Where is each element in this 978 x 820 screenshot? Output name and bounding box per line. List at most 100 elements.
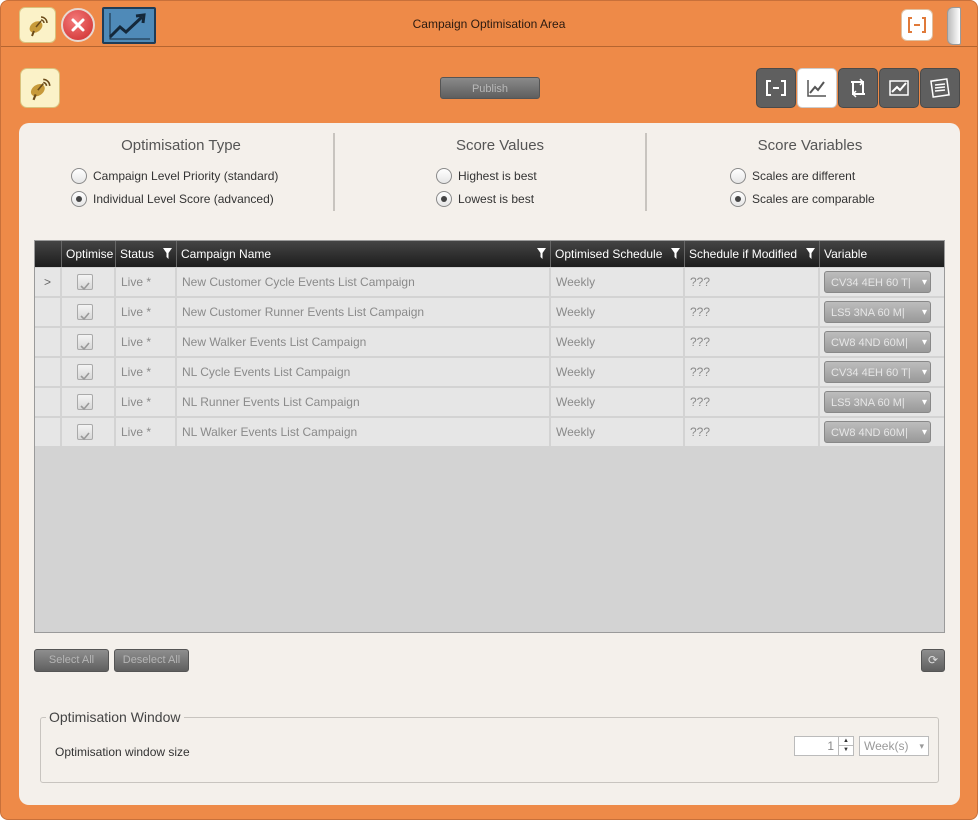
separator (333, 133, 335, 211)
campaign-name-cell: New Customer Cycle Events List Campaign (177, 268, 551, 297)
variable-dropdown[interactable]: LS5 3NA 60 M| (824, 391, 931, 413)
radio-button[interactable] (436, 167, 452, 184)
campaign-grid: Optimise Status Campaign Name Optimised … (34, 240, 945, 633)
campaign-name-cell: NL Cycle Events List Campaign (177, 358, 551, 387)
optimisation-window-legend: Optimisation Window (46, 709, 184, 725)
option-highest-is-best[interactable]: Highest is best (436, 164, 576, 187)
option-campaign-level-priority[interactable]: Campaign Level Priority (standard) (71, 164, 291, 187)
optimise-cell (62, 358, 116, 387)
main-panel: Optimisation Type Campaign Level Priorit… (19, 123, 960, 805)
score-variables-group: Score Variables Scales are different Sca… (730, 137, 910, 210)
expand-icon[interactable] (901, 9, 933, 41)
optimise-checkbox[interactable] (77, 364, 93, 381)
publish-button[interactable]: Publish (440, 77, 540, 99)
status-cell: Live * (116, 418, 177, 447)
optimisation-type-title: Optimisation Type (121, 137, 241, 154)
swap-view-icon[interactable] (838, 68, 878, 108)
option-label: Lowest is best (458, 191, 535, 206)
filter-icon[interactable] (537, 248, 546, 259)
window-size-stepper[interactable]: 1 ▲ ▼ (794, 736, 854, 756)
optimise-checkbox[interactable] (77, 274, 93, 291)
variable-dropdown[interactable]: CV34 4EH 60 T| (824, 271, 931, 293)
column-label: Status (120, 247, 155, 261)
variable-dropdown[interactable]: CV34 4EH 60 T| (824, 361, 931, 383)
optimise-checkbox[interactable] (77, 304, 93, 321)
status-cell: Live * (116, 298, 177, 327)
campaign-name-cell: NL Runner Events List Campaign (177, 388, 551, 417)
table-row[interactable]: Live * New Customer Runner Events List Ca… (35, 298, 944, 328)
radio-button[interactable] (436, 190, 452, 207)
table-row[interactable]: Live * New Walker Events List Campaign Wee… (35, 328, 944, 358)
variable-cell: CV34 4EH 60 T| (820, 268, 944, 297)
separator (645, 133, 647, 211)
satellite-dish-icon (20, 68, 60, 108)
report-list-icon[interactable] (920, 68, 960, 108)
schedule-if-modified-cell: ??? (685, 298, 820, 327)
column-header-optimise[interactable]: Optimise (62, 241, 116, 267)
area-chart-view-icon[interactable] (879, 68, 919, 108)
optimise-checkbox[interactable] (77, 424, 93, 441)
optimise-cell (62, 298, 116, 327)
variable-dropdown[interactable]: CW8 4ND 60M| (824, 421, 931, 443)
radio-button[interactable] (71, 167, 87, 184)
radio-button[interactable] (71, 190, 87, 207)
variable-dropdown[interactable]: LS5 3NA 60 M| (824, 301, 931, 323)
variable-dropdown[interactable]: CW8 4ND 60M| (824, 331, 931, 353)
optimised-schedule-cell: Weekly (551, 388, 685, 417)
campaign-name-cell: NL Walker Events List Campaign (177, 418, 551, 447)
table-row[interactable]: Live * NL Runner Events List Campaign Week… (35, 388, 944, 418)
row-indicator-header (35, 241, 62, 267)
optimise-checkbox[interactable] (77, 394, 93, 411)
row-indicator[interactable] (35, 358, 62, 387)
line-chart-view-icon[interactable] (797, 68, 837, 108)
row-indicator[interactable] (35, 328, 62, 357)
table-row[interactable]: Live * NL Walker Events List Campaign Week… (35, 418, 944, 448)
column-header-optimised-schedule[interactable]: Optimised Schedule (551, 241, 685, 267)
stepper-arrows[interactable]: ▲ ▼ (838, 737, 853, 755)
row-indicator[interactable]: > (35, 268, 62, 297)
filter-icon[interactable] (806, 248, 815, 259)
window-size-value[interactable]: 1 (827, 739, 834, 753)
side-panel-handle[interactable] (947, 7, 961, 45)
column-header-status[interactable]: Status (116, 241, 177, 267)
optimised-schedule-cell: Weekly (551, 358, 685, 387)
optimise-cell (62, 418, 116, 447)
row-indicator[interactable] (35, 418, 62, 447)
status-cell: Live * (116, 358, 177, 387)
refresh-button[interactable]: ⟳ (921, 649, 945, 672)
schedule-if-modified-cell: ??? (685, 358, 820, 387)
window-unit-select[interactable]: Week(s) (859, 736, 929, 756)
variable-cell: CW8 4ND 60M| (820, 418, 944, 447)
column-label: Optimised Schedule (555, 247, 663, 261)
refresh-icon: ⟳ (927, 653, 939, 667)
deselect-all-button[interactable]: Deselect All (114, 649, 189, 672)
table-row[interactable]: Live * NL Cycle Events List Campaign Weekl… (35, 358, 944, 388)
status-cell: Live * (116, 328, 177, 357)
schedule-if-modified-cell: ??? (685, 268, 820, 297)
row-indicator[interactable] (35, 388, 62, 417)
increment-icon[interactable]: ▲ (839, 737, 853, 746)
option-label: Scales are comparable (752, 191, 875, 206)
optimise-checkbox[interactable] (77, 334, 93, 351)
fit-view-icon[interactable] (756, 68, 796, 108)
column-header-schedule-if-modified[interactable]: Schedule if Modified (685, 241, 820, 267)
optimised-schedule-cell: Weekly (551, 328, 685, 357)
option-lowest-is-best[interactable]: Lowest is best (436, 187, 576, 210)
option-individual-level-score[interactable]: Individual Level Score (advanced) (71, 187, 291, 210)
status-cell: Live * (116, 268, 177, 297)
decrement-icon[interactable]: ▼ (839, 746, 853, 755)
filter-icon[interactable] (671, 248, 680, 259)
select-all-button[interactable]: Select All (34, 649, 109, 672)
filter-icon[interactable] (163, 248, 172, 259)
option-scales-different[interactable]: Scales are different (730, 164, 910, 187)
table-row[interactable]: > Live * New Customer Cycle Events List Ca… (35, 268, 944, 298)
app-window: Campaign Optimisation Area Publish Optim… (0, 0, 978, 820)
option-scales-comparable[interactable]: Scales are comparable (730, 187, 910, 210)
variable-cell: LS5 3NA 60 M| (820, 298, 944, 327)
radio-button[interactable] (730, 190, 746, 207)
column-header-campaign-name[interactable]: Campaign Name (177, 241, 551, 267)
column-header-variable[interactable]: Variable (820, 241, 944, 267)
optimisation-window-group: Optimisation Window Optimisation window … (40, 709, 939, 783)
row-indicator[interactable] (35, 298, 62, 327)
radio-button[interactable] (730, 167, 746, 184)
